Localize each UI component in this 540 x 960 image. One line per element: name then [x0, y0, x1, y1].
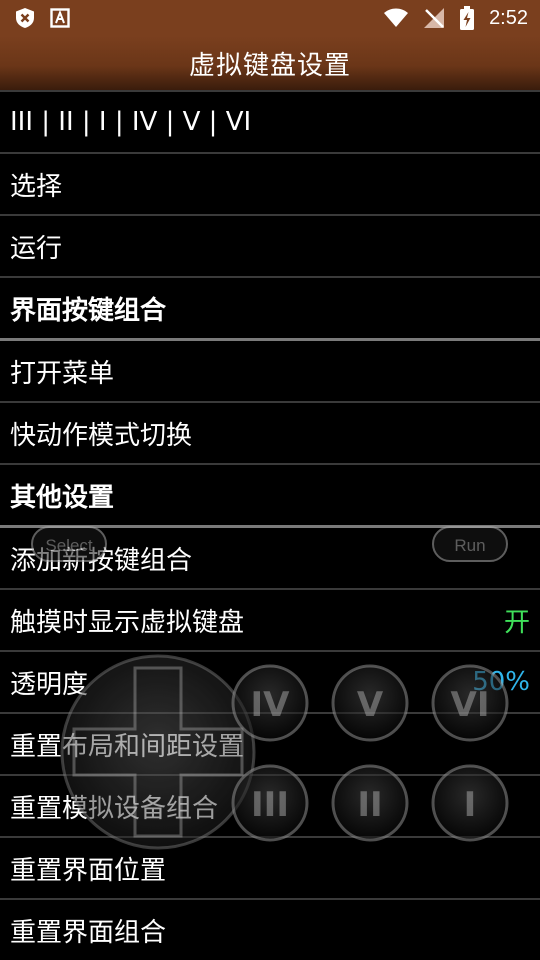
list-item-label: 重置界面组合	[10, 917, 167, 948]
shield-close-icon	[16, 8, 34, 28]
button-iii[interactable]: III	[231, 764, 309, 842]
section-header-other-settings: 其他设置	[0, 463, 540, 528]
button-iii-label: III	[251, 785, 289, 825]
status-time: 2:52	[489, 6, 528, 29]
list-item-label: 快动作模式切换	[10, 420, 193, 451]
list-item-label: III | II | I | IV | V | VI	[10, 107, 252, 137]
list-item-label: 运行	[10, 233, 63, 264]
button-iv[interactable]: IV	[231, 664, 309, 742]
show-on-touch-value: 开	[503, 607, 530, 638]
status-left-icons	[14, 7, 70, 29]
text-a-icon	[50, 8, 70, 28]
section-header-label: 界面按键组合	[10, 295, 167, 326]
button-ii-label: II	[357, 785, 382, 825]
button-i[interactable]: I	[431, 764, 509, 842]
list-item-show-on-touch[interactable]: 触摸时显示虚拟键盘 开	[0, 588, 540, 650]
list-item-button-order[interactable]: III | II | I | IV | V | VI	[0, 90, 540, 152]
list-item-label: 透明度	[10, 669, 89, 700]
no-signal-icon	[424, 8, 445, 28]
list-item-reset-ui-position[interactable]: 重置界面位置	[0, 836, 540, 898]
wifi-icon	[384, 8, 409, 27]
list-item-label: 触摸时显示虚拟键盘	[10, 607, 245, 638]
battery-charging-icon	[460, 6, 475, 30]
button-v[interactable]: V	[331, 664, 409, 742]
list-item-label: 选择	[10, 171, 63, 202]
button-ii[interactable]: II	[331, 764, 409, 842]
button-vi[interactable]: VI	[431, 664, 509, 742]
button-i-label: I	[464, 785, 477, 825]
status-right-icons: 2:52	[383, 6, 528, 30]
dpad[interactable]	[60, 654, 256, 850]
button-vi-label: VI	[451, 685, 490, 725]
section-header-ui-combos: 界面按键组合	[0, 276, 540, 341]
run-button-label: Run	[454, 536, 485, 555]
title-bar: 虚拟键盘设置	[0, 36, 540, 90]
list-item-select[interactable]: 选择	[0, 152, 540, 214]
list-item-open-menu[interactable]: 打开菜单	[0, 341, 540, 401]
run-button[interactable]: Run	[432, 526, 508, 562]
list-item-quick-action-toggle[interactable]: 快动作模式切换	[0, 401, 540, 463]
button-iv-label: IV	[251, 685, 291, 725]
section-header-label: 其他设置	[10, 482, 115, 513]
select-button-label: Select	[45, 536, 93, 555]
button-v-label: V	[357, 685, 384, 725]
list-item-run[interactable]: 运行	[0, 214, 540, 276]
list-item-label: 重置界面位置	[10, 855, 167, 886]
list-item-reset-ui-combo[interactable]: 重置界面组合	[0, 898, 540, 960]
select-button[interactable]: Select	[31, 526, 107, 562]
status-bar: 2:52	[0, 0, 540, 36]
page-title: 虚拟键盘设置	[188, 50, 351, 81]
list-item-label: 打开菜单	[10, 358, 115, 389]
